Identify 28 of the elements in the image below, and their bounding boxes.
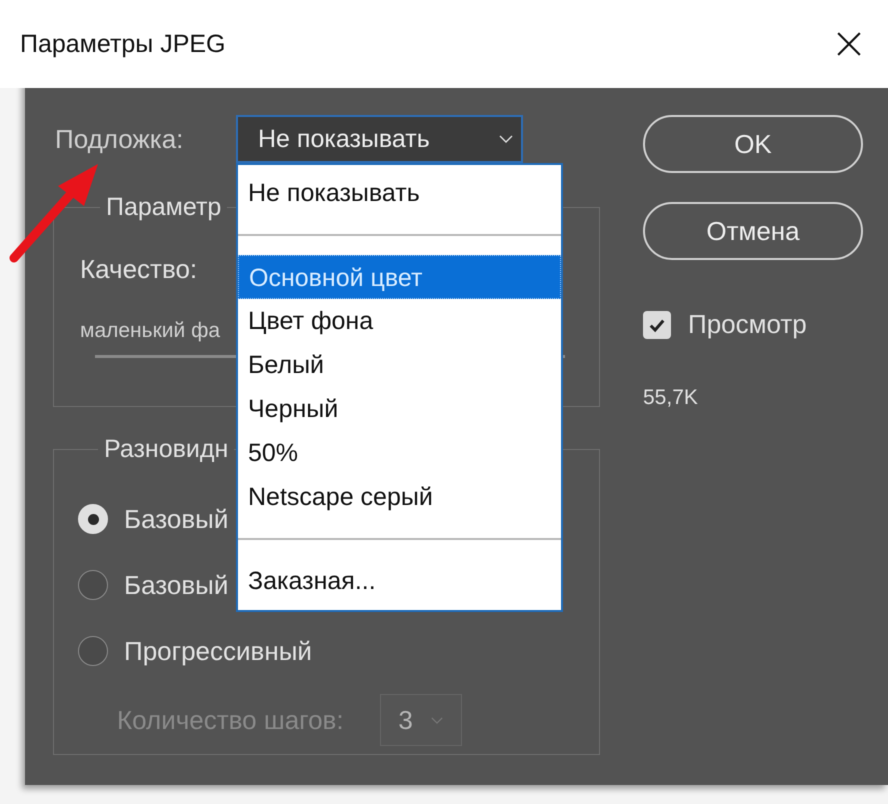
checkbox-label: Просмотр [688, 309, 807, 340]
group-title: Параметр [105, 193, 222, 222]
window-title: Параметры JPEG [20, 30, 226, 58]
radio-label: Базовый [124, 504, 228, 534]
radio-label: Базовый [124, 570, 228, 600]
close-icon[interactable] [836, 31, 862, 57]
radio-label: Прогрессивный [124, 636, 312, 666]
ok-button[interactable]: OK [643, 115, 863, 173]
menu-item[interactable]: Заказная... [238, 559, 561, 603]
menu-item[interactable]: Белый [238, 343, 561, 387]
menu-item[interactable]: Не показывать [238, 171, 561, 215]
menu-item[interactable]: Цвет фона [238, 299, 561, 343]
checkbox[interactable] [643, 310, 671, 338]
cancel-button[interactable]: Отмена [643, 202, 863, 260]
radio-button[interactable] [78, 636, 108, 666]
file-size: 55,7K [643, 386, 698, 410]
radio-button[interactable] [78, 570, 108, 600]
chevron-icon [499, 135, 513, 143]
menu-item[interactable]: Черный [238, 387, 561, 431]
quality-label: Качество: [80, 254, 198, 285]
matte-dropdown[interactable]: Не показывать [236, 115, 523, 163]
field-label: Подложка: [54, 124, 184, 154]
chevron-icon [430, 716, 443, 724]
menu-item[interactable]: Netscape серый [238, 475, 561, 519]
slider-label: маленький фа [80, 319, 220, 343]
menu-item[interactable]: Основной цвет [238, 255, 561, 299]
group-title: Разновидн [103, 435, 230, 464]
menu-item[interactable]: 50% [238, 431, 561, 475]
